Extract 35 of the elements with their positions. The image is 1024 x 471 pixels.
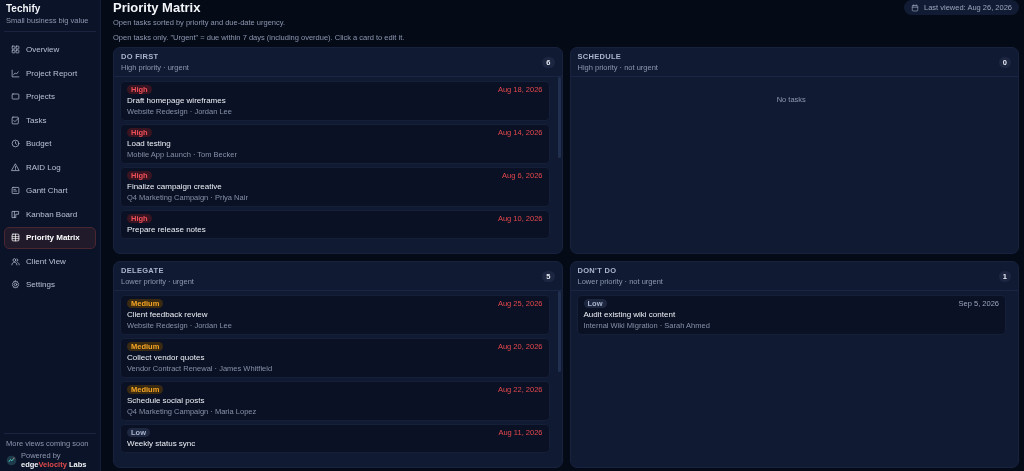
checkbox-icon: [11, 115, 20, 125]
task-title: Prepare release notes: [127, 225, 207, 234]
logo-icon: [6, 455, 17, 466]
nav-item[interactable]: RAID Log: [4, 156, 96, 178]
line-chart-icon: [11, 68, 20, 78]
task-title: Client feedback review: [127, 310, 209, 319]
nav-item[interactable]: Project Report: [4, 62, 96, 84]
calendar-icon: [911, 3, 919, 12]
page-title: Priority Matrix: [113, 0, 202, 15]
task-title: Load testing: [127, 139, 172, 148]
grid-icon: [11, 45, 20, 55]
task-title: Schedule social posts: [127, 396, 206, 405]
gantt-icon: [11, 186, 20, 196]
nav-item[interactable]: Tasks: [4, 109, 96, 131]
nav-item[interactable]: Budget: [4, 133, 96, 155]
nav-item[interactable]: Projects: [4, 86, 96, 108]
task-title: Audit existing wiki content: [583, 310, 677, 319]
kanban-icon: [11, 209, 20, 219]
task-title: Finalize campaign creative: [127, 182, 223, 191]
table-icon: [11, 233, 20, 243]
settings-icon: [11, 280, 20, 290]
nav-item[interactable]: Priority Matrix: [4, 227, 96, 249]
users-icon: [11, 256, 20, 266]
task-title: Weekly status sync: [127, 439, 197, 448]
nav-item[interactable]: Settings: [4, 274, 96, 296]
folder-icon: [11, 92, 20, 102]
nav-item[interactable]: Client View: [4, 250, 96, 272]
app-name: Techify: [6, 3, 42, 14]
task-title: Draft homepage wireframes: [127, 96, 227, 105]
warning-icon: [11, 162, 20, 172]
nav-item[interactable]: Overview: [4, 39, 96, 61]
clock-icon: [11, 139, 20, 149]
nav-item[interactable]: Gantt Chart: [4, 180, 96, 202]
task-title: Collect vendor quotes: [127, 353, 206, 362]
nav-item[interactable]: Kanban Board: [4, 203, 96, 225]
